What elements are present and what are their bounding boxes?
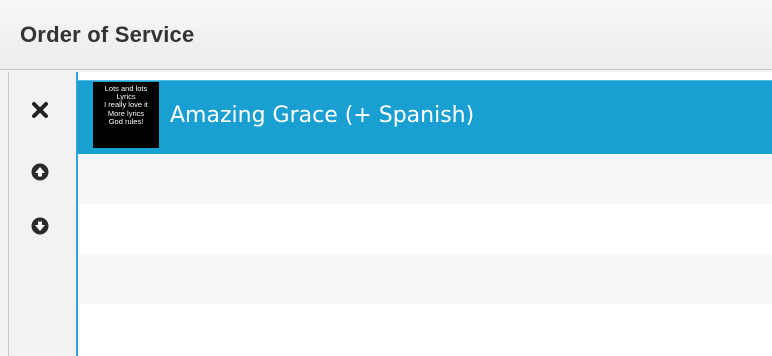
panel-title: Order of Service	[20, 22, 195, 47]
empty-list-row	[78, 254, 772, 304]
remove-button[interactable]	[28, 98, 52, 122]
song-thumbnail: Lots and lots Lyrics I really love it Mo…	[93, 82, 159, 148]
move-up-button[interactable]	[28, 160, 52, 184]
thumbnail-text-line: God rules!	[108, 116, 144, 126]
panel-header: Order of Service	[0, 0, 772, 70]
circle-arrow-down-icon	[31, 217, 49, 235]
empty-list-row	[78, 204, 772, 254]
service-item-list[interactable]: Lots and lots Lyrics I really love it Mo…	[76, 72, 772, 356]
order-of-service-panel: Order of Service Lots and lots Lyrics I …	[0, 0, 772, 356]
close-icon	[32, 102, 48, 118]
move-down-button[interactable]	[28, 214, 52, 238]
list-row-spacer	[78, 72, 772, 80]
empty-list-row	[78, 304, 772, 354]
empty-list-row	[78, 154, 772, 204]
song-title: Amazing Grace (+ Spanish)	[170, 103, 475, 128]
circle-arrow-up-icon	[31, 163, 49, 181]
service-toolbar	[8, 72, 72, 356]
service-item-row[interactable]: Lots and lots Lyrics I really love it Mo…	[78, 80, 772, 154]
